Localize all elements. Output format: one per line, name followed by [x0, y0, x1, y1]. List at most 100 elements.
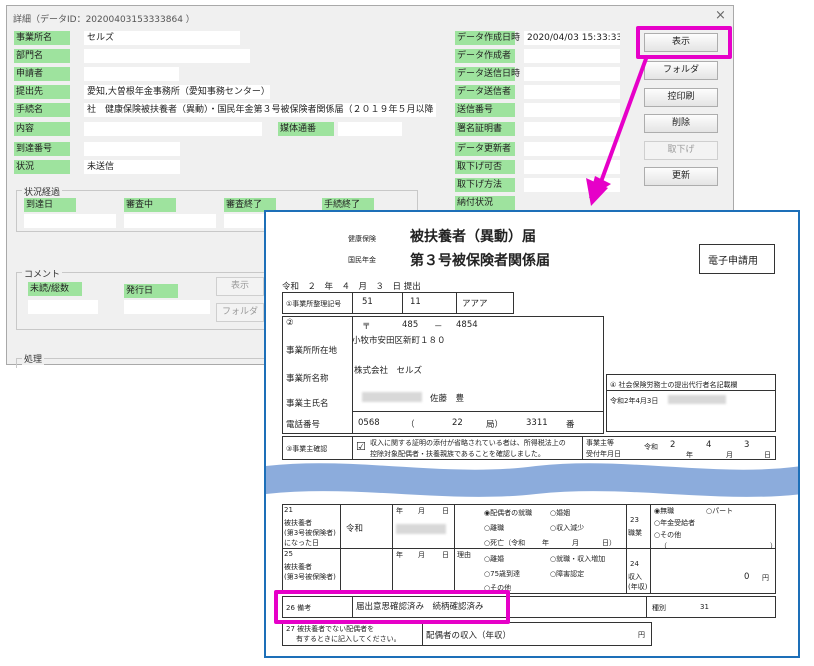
office-number-label: ①事業所整理記号 [286, 300, 342, 308]
comment-issue-date-label: 発行日 [124, 284, 178, 298]
row24-label-2: (年収) [628, 583, 648, 591]
form-title-2: 第３号被保険者関係届 [410, 253, 550, 269]
field-label-status: 状況 [14, 160, 70, 174]
page-break-wave [266, 463, 798, 497]
comment-title: コメント [22, 267, 63, 280]
reason-opt-3[interactable]: ○離職 [484, 523, 504, 533]
reason-opt-7[interactable]: ○就職・収入増加 [550, 554, 605, 564]
row25-year-unit: 年 [396, 551, 403, 559]
occupation-paren-open: （ [660, 542, 667, 550]
field-value-destination: 愛知,大曽根年金事務所（愛知事務センター） [84, 85, 270, 99]
field-label-payment-status: 納付状況 [455, 196, 515, 210]
remarks-highlight [274, 590, 510, 624]
reason-opt-4[interactable]: ○収入減少 [550, 523, 584, 533]
form-health-ins-label: 健康保険 [348, 235, 376, 243]
field-label-media-number: 媒体通番 [278, 122, 334, 136]
pointer-arrow [586, 55, 649, 206]
row21-day-unit: 日 [442, 507, 449, 515]
spouse-income-label: 配偶者の収入（年収） [426, 631, 512, 641]
field-label-withdraw-method: 取下げ方法 [455, 178, 515, 192]
office-name-label: 事業所名称 [286, 374, 329, 384]
reason-opt-5-day: 日） [602, 539, 616, 547]
reason-opt-6[interactable]: ○離婚 [484, 554, 504, 564]
status-val-under-review [124, 214, 216, 228]
agent-label: ④ 社会保険労務士の提出代行者名記載欄 [610, 381, 738, 389]
type-value: 31 [700, 603, 709, 611]
field-label-applicant: 申請者 [14, 67, 70, 81]
agent-date: 令和2年4月3日 [610, 397, 659, 405]
income-value: 0 [744, 572, 750, 582]
row27-text-1: 27 被扶養者でない配偶者を [286, 625, 375, 633]
status-progress-title: 状況経過 [22, 185, 63, 198]
postal-2: 4854 [456, 320, 478, 330]
row21-month-unit: 月 [418, 507, 425, 515]
field-value-department [84, 49, 250, 63]
row21-blurred-date [396, 524, 446, 534]
occupation-opt-3[interactable]: ○年金受給者 [654, 518, 695, 528]
occupation-opt-2[interactable]: ○パート [706, 506, 733, 516]
row25-month-unit: 月 [418, 551, 425, 559]
receipt-label-1: 事業主等 [586, 439, 614, 447]
row21-era: 令和 [346, 524, 364, 534]
postal-dash: － [434, 322, 443, 332]
process-group [16, 358, 266, 368]
field-value-procedure: 社 健康保険被扶養者（異動）・国民年金第３号被保険者関係届（２０１９年５月以降 [84, 103, 436, 117]
office-address-label: 事業所所在地 [286, 346, 338, 356]
row21-label-2: (第3号被保険者) [284, 529, 336, 537]
row25-no: 25 [284, 550, 293, 558]
row25-label-1: 被扶養者 [284, 563, 312, 571]
occupation-opt-4[interactable]: ○その他 [654, 530, 681, 540]
owner-label: 事業主氏名 [286, 399, 329, 409]
field-value-status: 未送信 [84, 160, 180, 174]
circle-2-label: ② [286, 318, 294, 328]
occupation-opt-1[interactable]: ◉無職 [654, 506, 674, 516]
spouse-income-unit: 円 [638, 631, 645, 639]
row25-day-unit: 日 [442, 551, 449, 559]
field-label-certificate: 署名証明書 [455, 122, 515, 136]
field-value-office: セルズ [84, 31, 240, 45]
postal-1: 485 [402, 320, 419, 330]
comment-issue-date-value [124, 300, 210, 314]
tel-ban: 番 [566, 420, 575, 430]
field-value-applicant [84, 67, 179, 81]
reason-opt-1[interactable]: ◉配偶者の就職 [484, 508, 532, 518]
reason-opt-5-year: 年 [542, 539, 549, 547]
postal-mark: 〒 [362, 322, 371, 332]
comment-display-button[interactable]: 表示 [216, 277, 264, 296]
row25-label-2: (第3号被保険者) [284, 573, 336, 581]
status-col-under-review: 審査中 [124, 198, 176, 212]
comment-folder-button[interactable]: フォルダ [216, 303, 264, 322]
confirm-text-1: 収入に関する証明の添付が省略されている者は、所得税法上の [370, 439, 566, 447]
row27-text-2: 有するときに記入してください。 [296, 635, 401, 643]
receipt-month: 4 [706, 440, 712, 450]
row24-label-1: 収入 [628, 573, 642, 581]
status-col-arrival: 到達日 [24, 198, 76, 212]
reason-opt-8[interactable]: ○75歳到達 [484, 569, 520, 579]
field-label-department: 部門名 [14, 49, 70, 63]
row21-label-1: 被扶養者 [284, 519, 312, 527]
tel-bureau: 局） [486, 420, 504, 430]
agent-blurred-name [668, 395, 726, 404]
office-number-1: 51 [362, 297, 373, 307]
close-icon[interactable]: × [715, 8, 726, 23]
reason-opt-5[interactable]: ○死亡（令和 [484, 538, 525, 548]
field-label-withdraw-possible: 取下げ可否 [455, 160, 515, 174]
field-label-procedure: 手続名 [14, 103, 70, 117]
e-app-label: 電子申請用 [708, 256, 758, 267]
form-preview: 健康保険 国民年金 被扶養者（異動）届 第３号被保険者関係届 電子申請用 令和 … [264, 210, 800, 658]
office-number-2: 11 [410, 297, 421, 307]
field-label-created-by: データ作成者 [455, 49, 515, 63]
reason-opt-9[interactable]: ○障害認定 [550, 569, 584, 579]
field-value-media-number [338, 122, 402, 136]
owner-name: 佐藤 豊 [430, 394, 465, 404]
tel-1: 0568 [358, 418, 380, 428]
form-pension-label: 国民年金 [348, 256, 376, 264]
comment-unread-value [28, 300, 98, 314]
field-label-created-at: データ作成日時 [455, 31, 521, 45]
reason-opt-2[interactable]: ○婚姻 [550, 508, 570, 518]
field-label-updated-by: データ更新者 [455, 142, 515, 156]
field-value-content [84, 122, 262, 136]
tel-paren: （ [406, 420, 415, 430]
office-number-3: アアア [462, 299, 488, 309]
form-title-1: 被扶養者（異動）届 [410, 229, 536, 245]
